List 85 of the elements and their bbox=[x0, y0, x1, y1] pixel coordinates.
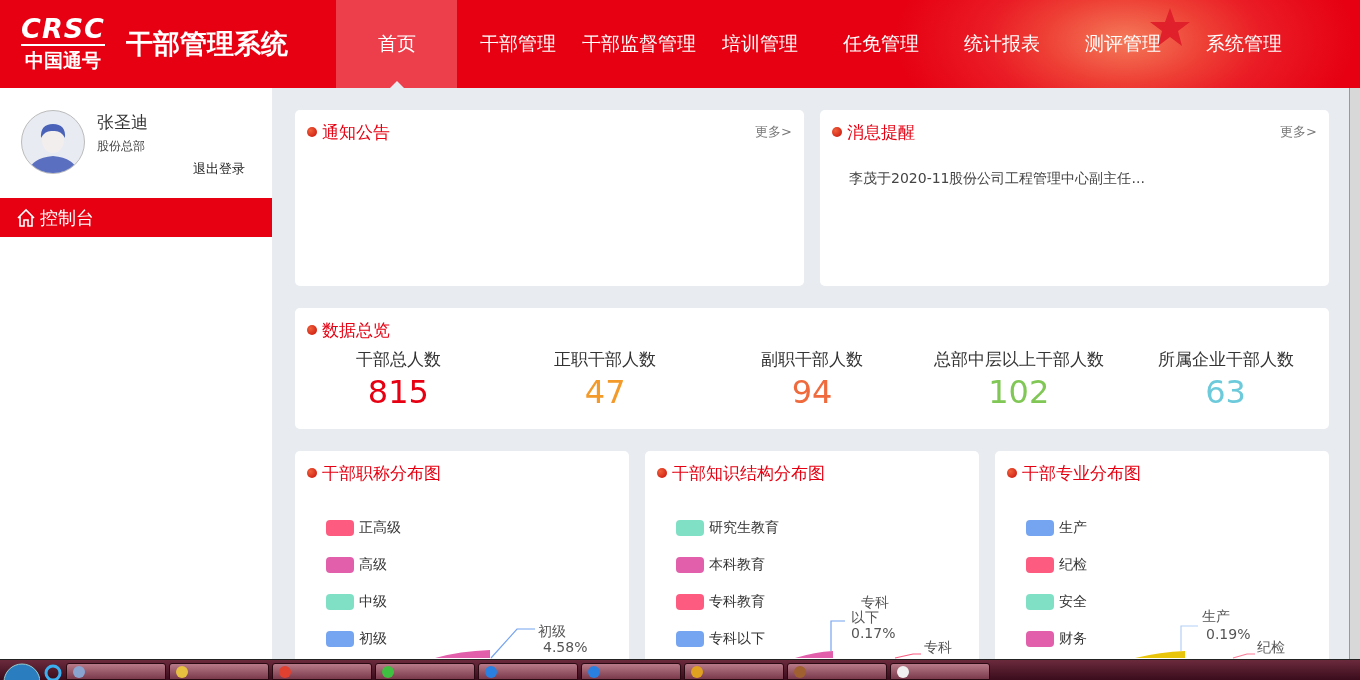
chart-title: 干部知识结构分布图 bbox=[672, 461, 825, 485]
legend-swatch[interactable] bbox=[326, 557, 354, 573]
legend-label[interactable]: 财务 bbox=[1059, 630, 1087, 648]
legend-swatch[interactable] bbox=[326, 631, 354, 647]
legend-swatch[interactable] bbox=[1026, 557, 1054, 573]
stat-value: 94 bbox=[791, 373, 833, 411]
scrollbar[interactable] bbox=[1349, 88, 1360, 659]
chart-title: 干部职称分布图 bbox=[322, 461, 441, 485]
pie-label: 生产 0.19% bbox=[1202, 608, 1251, 642]
legend-label[interactable]: 高级 bbox=[359, 556, 387, 574]
taskbar-button[interactable] bbox=[890, 663, 990, 680]
legend-label[interactable]: 本科教育 bbox=[709, 556, 765, 574]
stat-value: 63 bbox=[1205, 373, 1246, 411]
legend-swatch[interactable] bbox=[326, 520, 354, 536]
browser-icon[interactable] bbox=[43, 662, 63, 680]
stat-label: 干部总人数 bbox=[355, 348, 441, 371]
stat-value: 47 bbox=[584, 373, 626, 411]
pie-slice bbox=[1135, 651, 1185, 658]
nav-tab[interactable]: 统计报表 bbox=[941, 0, 1062, 88]
logo-name: 中国通号 bbox=[25, 48, 101, 73]
legend-label[interactable]: 生产 bbox=[1059, 519, 1087, 537]
bullet-icon bbox=[307, 325, 317, 335]
leader-line bbox=[894, 653, 922, 659]
logo-mark: CRSC bbox=[21, 14, 105, 46]
more-link[interactable]: 更多> bbox=[1280, 123, 1317, 141]
system-title: 干部管理系统 bbox=[126, 27, 289, 61]
avatar-icon bbox=[21, 110, 85, 174]
legend-swatch[interactable] bbox=[1026, 520, 1054, 536]
legend-label[interactable]: 安全 bbox=[1059, 593, 1087, 611]
message-item[interactable]: 李茂于2020-11股份公司工程管理中心副主任... bbox=[849, 170, 1329, 188]
department-label: 股份总部 bbox=[97, 138, 146, 155]
leader-line bbox=[830, 620, 846, 652]
legend-swatch[interactable] bbox=[1026, 594, 1054, 610]
legend-swatch[interactable] bbox=[1026, 631, 1054, 647]
leader-line bbox=[1232, 653, 1256, 659]
legend-swatch[interactable] bbox=[676, 520, 704, 536]
legend-label[interactable]: 初级 bbox=[359, 630, 387, 648]
pie-label: 纪检 bbox=[1257, 639, 1285, 655]
card-title: 通知公告 bbox=[322, 120, 390, 144]
chart-title: 干部专业分布图 bbox=[1022, 461, 1141, 485]
legend-label[interactable]: 专科以下 bbox=[709, 630, 765, 648]
taskbar-button[interactable] bbox=[375, 663, 475, 680]
stat-label: 正职干部人数 bbox=[554, 348, 657, 371]
card-title: 消息提醒 bbox=[847, 120, 915, 144]
stat-label: 总部中层以上干部人数 bbox=[933, 348, 1104, 371]
legend-label[interactable]: 纪检 bbox=[1059, 556, 1087, 574]
card-title: 数据总览 bbox=[322, 318, 390, 342]
home-icon bbox=[16, 207, 36, 228]
stat-value: 815 bbox=[367, 373, 429, 411]
bullet-icon bbox=[657, 468, 667, 478]
stat-label: 所属企业干部人数 bbox=[1157, 348, 1294, 371]
nav-tab[interactable]: 干部监督管理 bbox=[578, 0, 699, 88]
pie-label: 专科 以下 0.17% bbox=[851, 594, 896, 641]
legend-label[interactable]: 专科教育 bbox=[709, 593, 765, 611]
legend-label[interactable]: 正高级 bbox=[359, 519, 401, 537]
pie-slice bbox=[795, 651, 833, 658]
user-name: 张圣迪 bbox=[97, 111, 148, 134]
pie-label: 专科 bbox=[924, 639, 952, 655]
nav-tab[interactable]: 干部管理 bbox=[457, 0, 578, 88]
nav-tab[interactable]: 系统管理 bbox=[1183, 0, 1304, 88]
stat-label: 副职干部人数 bbox=[761, 348, 863, 371]
pie-label: 初级 4.58% bbox=[538, 623, 588, 655]
leader-line bbox=[1180, 625, 1199, 652]
bullet-icon bbox=[307, 468, 317, 478]
more-link[interactable]: 更多> bbox=[755, 123, 792, 141]
bullet-icon bbox=[307, 127, 317, 137]
logout-link[interactable]: 退出登录 bbox=[193, 160, 245, 178]
legend-label[interactable]: 研究生教育 bbox=[709, 519, 779, 537]
leader-line bbox=[490, 628, 536, 659]
legend-swatch[interactable] bbox=[676, 631, 704, 647]
taskbar-button[interactable] bbox=[684, 663, 784, 680]
legend-swatch[interactable] bbox=[326, 594, 354, 610]
legend-label[interactable]: 中级 bbox=[359, 593, 387, 611]
taskbar-button[interactable] bbox=[66, 663, 166, 680]
bullet-icon bbox=[832, 127, 842, 137]
nav-tab[interactable]: 首页 bbox=[336, 0, 457, 88]
taskbar-button[interactable] bbox=[169, 663, 269, 680]
legend-swatch[interactable] bbox=[676, 557, 704, 573]
nav-tab[interactable]: 培训管理 bbox=[699, 0, 820, 88]
sidebar-item[interactable]: 控制台 bbox=[0, 198, 272, 237]
legend-swatch[interactable] bbox=[676, 594, 704, 610]
pie-slice bbox=[435, 650, 490, 658]
bullet-icon bbox=[1007, 468, 1017, 478]
stat-value: 102 bbox=[988, 373, 1050, 411]
nav-tab[interactable]: 任免管理 bbox=[820, 0, 941, 88]
